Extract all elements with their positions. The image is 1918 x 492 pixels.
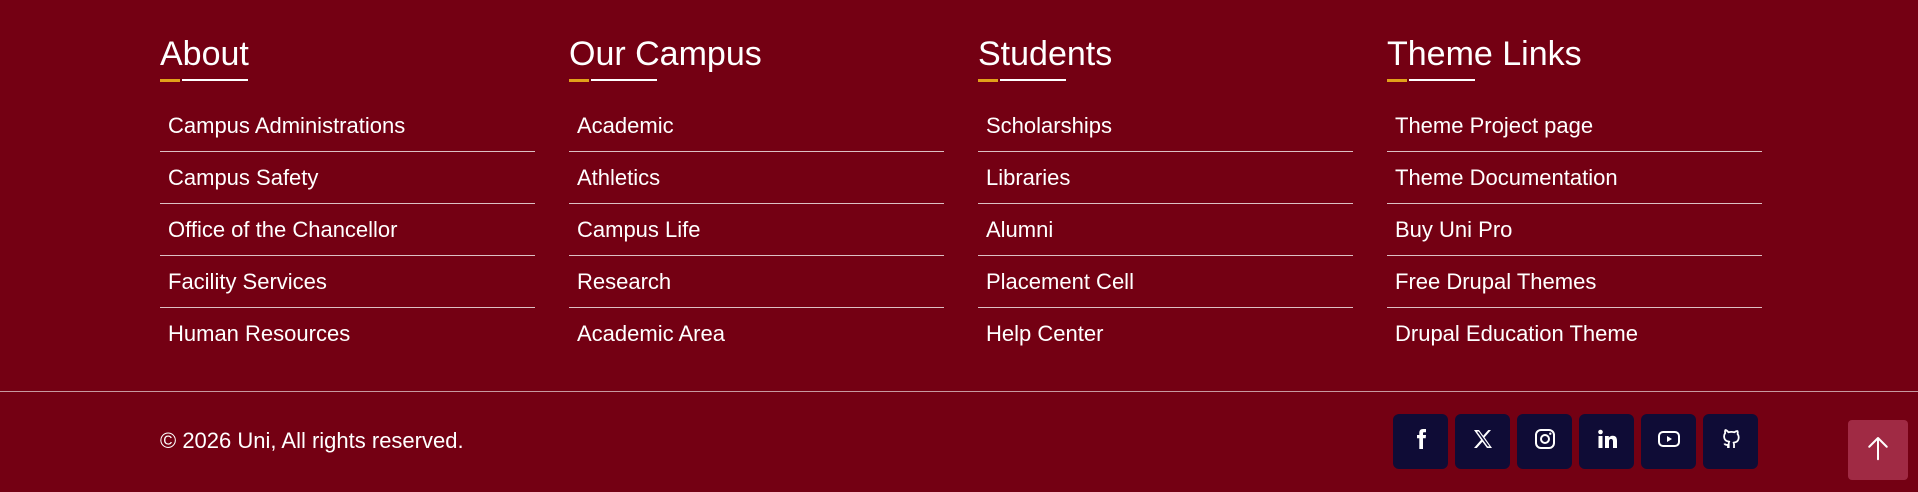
title-underline — [1387, 78, 1762, 82]
x-link[interactable] — [1455, 414, 1510, 469]
footer-link[interactable]: Free Drupal Themes — [1395, 269, 1596, 295]
list-item: Campus Life — [569, 204, 944, 256]
linkedin-icon — [1595, 427, 1619, 456]
list-item: Academic — [569, 100, 944, 152]
footer-link[interactable]: Help Center — [986, 321, 1103, 347]
list-item: Theme Project page — [1387, 100, 1762, 152]
list-item: Buy Uni Pro — [1387, 204, 1762, 256]
column-title: Theme Links — [1387, 35, 1582, 73]
list-item: Scholarships — [978, 100, 1353, 152]
scroll-to-top-button[interactable] — [1848, 420, 1908, 480]
footer-link[interactable]: Campus Administrations — [168, 113, 405, 139]
list-item: Theme Documentation — [1387, 152, 1762, 204]
instagram-icon — [1533, 427, 1557, 456]
link-list: Academic Athletics Campus Life Research … — [569, 100, 944, 359]
github-link[interactable] — [1703, 414, 1758, 469]
list-item: Office of the Chancellor — [160, 204, 535, 256]
footer-link[interactable]: Facility Services — [168, 269, 327, 295]
linkedin-link[interactable] — [1579, 414, 1634, 469]
list-item: Help Center — [978, 308, 1353, 359]
list-item: Research — [569, 256, 944, 308]
title-underline — [160, 78, 535, 82]
list-item: Academic Area — [569, 308, 944, 359]
footer-link[interactable]: Drupal Education Theme — [1395, 321, 1638, 347]
footer-link[interactable]: Alumni — [986, 217, 1053, 243]
footer-link[interactable]: Research — [577, 269, 671, 295]
footer-link[interactable]: Theme Documentation — [1395, 165, 1618, 191]
youtube-icon — [1657, 427, 1681, 456]
footer-link[interactable]: Athletics — [577, 165, 660, 191]
footer-link[interactable]: Buy Uni Pro — [1395, 217, 1512, 243]
list-item: Placement Cell — [978, 256, 1353, 308]
facebook-link[interactable] — [1393, 414, 1448, 469]
title-underline — [978, 78, 1353, 82]
footer-column-our-campus: Our Campus Academic Athletics Campus Lif… — [569, 30, 944, 359]
list-item: Free Drupal Themes — [1387, 256, 1762, 308]
footer-divider — [0, 391, 1918, 392]
copyright-text: © 2026 Uni, All rights reserved. — [160, 428, 464, 453]
footer-link[interactable]: Scholarships — [986, 113, 1112, 139]
social-links — [1393, 414, 1758, 469]
youtube-link[interactable] — [1641, 414, 1696, 469]
instagram-link[interactable] — [1517, 414, 1572, 469]
footer-link[interactable]: Academic — [577, 113, 674, 139]
footer-link[interactable]: Theme Project page — [1395, 113, 1593, 139]
footer-link[interactable]: Campus Life — [577, 217, 701, 243]
github-icon — [1719, 427, 1743, 456]
link-list: Campus Administrations Campus Safety Off… — [160, 100, 535, 359]
footer-link[interactable]: Academic Area — [577, 321, 725, 347]
footer-link[interactable]: Office of the Chancellor — [168, 217, 398, 243]
footer-link[interactable]: Placement Cell — [986, 269, 1134, 295]
list-item: Alumni — [978, 204, 1353, 256]
column-title: About — [160, 35, 249, 73]
link-list: Scholarships Libraries Alumni Placement … — [978, 100, 1353, 359]
list-item: Athletics — [569, 152, 944, 204]
title-underline — [569, 78, 944, 82]
footer-column-theme-links: Theme Links Theme Project page Theme Doc… — [1387, 30, 1762, 359]
link-list: Theme Project page Theme Documentation B… — [1387, 100, 1762, 359]
footer-column-about: About Campus Administrations Campus Safe… — [160, 30, 535, 359]
footer-columns: About Campus Administrations Campus Safe… — [160, 30, 1762, 359]
x-icon — [1471, 427, 1495, 456]
list-item: Human Resources — [160, 308, 535, 359]
column-title: Our Campus — [569, 35, 762, 73]
list-item: Libraries — [978, 152, 1353, 204]
list-item: Drupal Education Theme — [1387, 308, 1762, 359]
arrow-up-icon — [1863, 433, 1893, 468]
footer-column-students: Students Scholarships Libraries Alumni P… — [978, 30, 1353, 359]
list-item: Campus Administrations — [160, 100, 535, 152]
column-title: Students — [978, 35, 1113, 73]
footer-link[interactable]: Libraries — [986, 165, 1070, 191]
list-item: Campus Safety — [160, 152, 535, 204]
facebook-icon — [1409, 427, 1433, 456]
footer-link[interactable]: Human Resources — [168, 321, 350, 347]
list-item: Facility Services — [160, 256, 535, 308]
footer-link[interactable]: Campus Safety — [168, 165, 318, 191]
